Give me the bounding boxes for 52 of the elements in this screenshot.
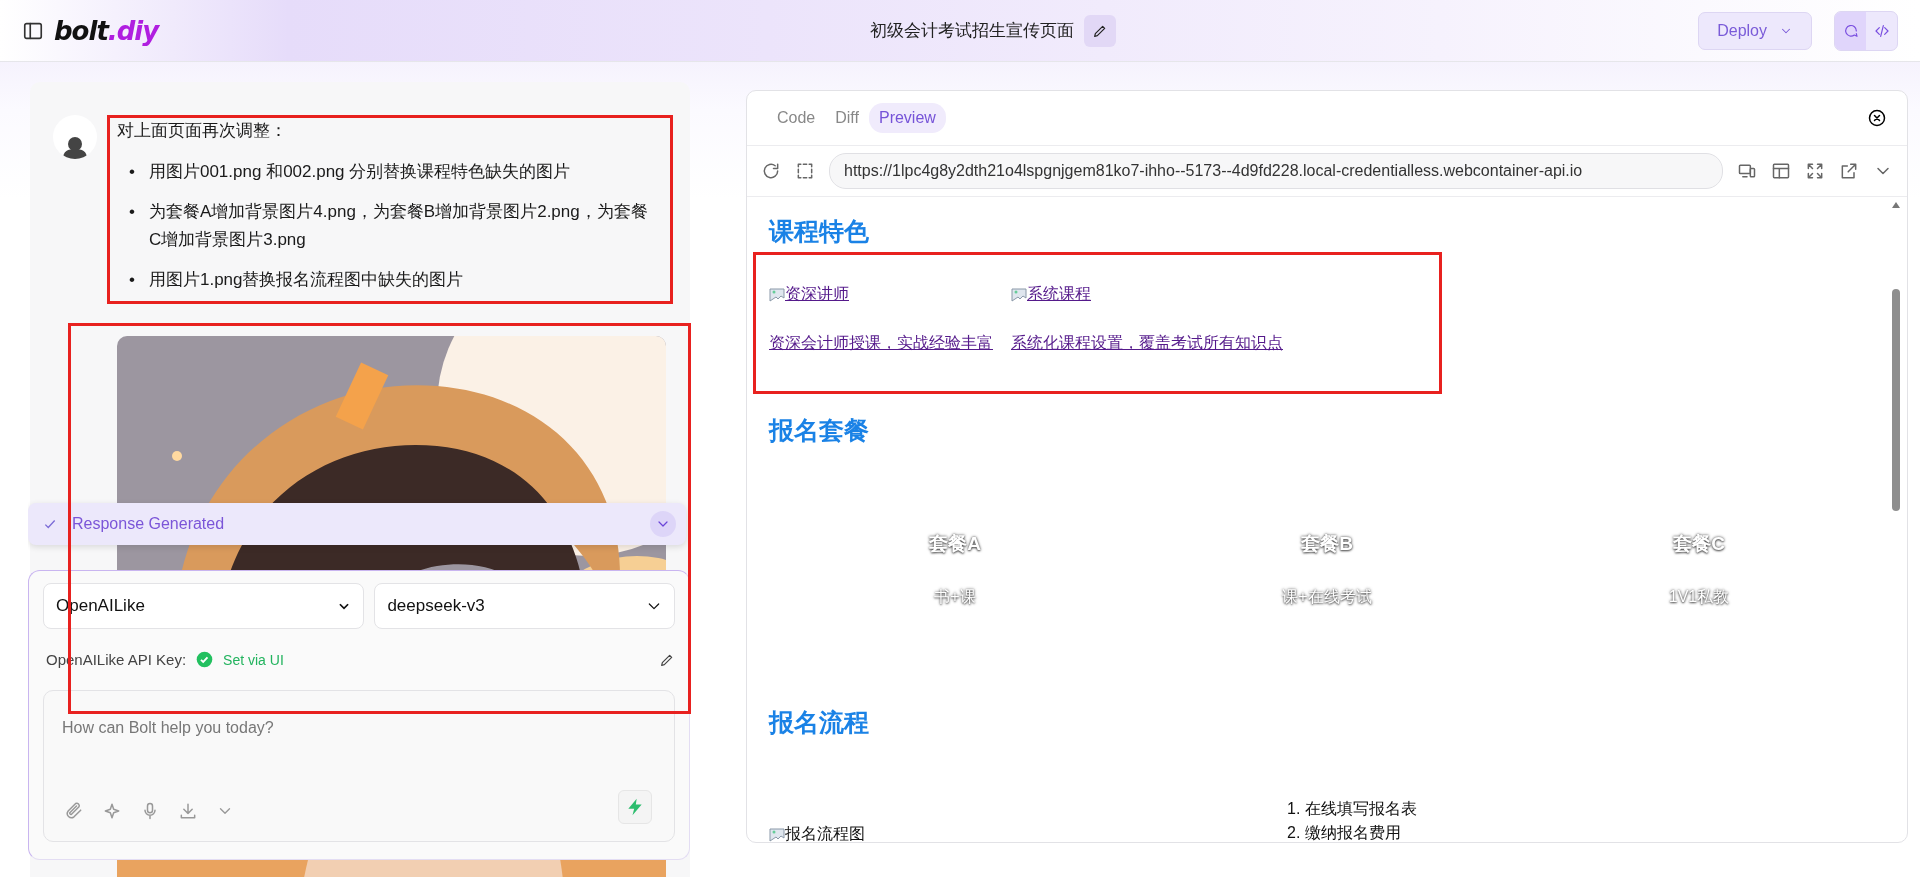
section-heading: 报名流程 [769,707,870,739]
broken-image-icon [1011,286,1027,303]
bullet-marker: • [129,161,135,183]
tab[interactable]: Diff [825,103,869,133]
devices-icon[interactable] [1737,161,1757,181]
section-heading: 课程特色 [769,216,870,248]
list-item-text: 为套餐A增加背景图片4.png，为套餐B增加背景图片2.png，为套餐C增加背景图片3.png [148,201,649,251]
bullet-marker: • [129,201,135,223]
feature-link[interactable]: 资深会计师授课，实战经验丰富 [769,333,993,354]
code-icon [1873,22,1890,39]
image-link[interactable]: 系统课程 [1027,284,1091,305]
layout-icon[interactable] [1771,161,1791,181]
section-heading: 报名套餐 [769,415,870,447]
message-text: 对上面页面再次调整： [117,120,288,142]
tab[interactable]: Code [767,103,826,133]
package-name: 套餐B [1301,532,1353,557]
api-key-status: Set via UI [223,651,285,668]
tab[interactable]: Preview [868,103,946,133]
scroll-up-icon[interactable] [1891,201,1901,209]
external-link-icon[interactable] [1839,161,1859,181]
model-select[interactable]: deepseek-v3 [374,583,675,629]
chat-bubble-icon [1842,22,1859,39]
list-item-text: 用图片1.png替换报名流程图中缺失的图片 [148,269,464,291]
step-item: 1. 在线填写报名表 [1287,799,1417,819]
rename-button[interactable] [1084,14,1117,47]
image-link[interactable]: 资深讲师 [785,284,849,305]
chat-toggle-button[interactable] [1835,11,1866,50]
image-alt-text: 报名流程图 [785,824,865,842]
fullscreen-icon[interactable] [1805,161,1825,181]
url-field[interactable]: https://1lpc4g8y2dth21o4lspgnjgem81ko7-ihho--5173--4d9fd228.local-credentialless.webcontainer-api.io [829,153,1723,189]
sparkle-icon [102,801,122,821]
download-icon [178,801,198,821]
broken-image-icon [769,286,785,303]
package-description: 课+在线考试 [1282,587,1372,608]
select-area-icon[interactable] [795,161,815,181]
package-description: 书+课 [934,587,976,608]
status-text: Response Generated [72,515,226,533]
step-item: 2. 缴纳报名费用 [1287,823,1402,842]
deploy-button[interactable]: Deploy [1698,11,1812,50]
bullet-marker: • [129,269,135,291]
package-description: 1V1私教 [1668,587,1730,608]
reload-icon[interactable] [761,161,781,181]
list-item-text: 用图片001.png 和002.png 分别替换课程特色缺失的图片 [148,161,571,183]
close-icon[interactable] [1867,108,1887,128]
project-title: 初级会计考试招生宣传页面 [870,20,1075,42]
package-name: 套餐A [929,532,981,557]
feature-link[interactable]: 系统化课程设置，覆盖考试所有知识点 [1011,333,1283,354]
package-name: 套餐C [1673,532,1725,557]
scrollbar-thumb[interactable] [1892,289,1900,511]
paperclip-icon [64,801,84,821]
app-logo: bolt.diy [54,15,159,46]
prompt-field[interactable]: How can Bolt help you today? [44,691,674,841]
